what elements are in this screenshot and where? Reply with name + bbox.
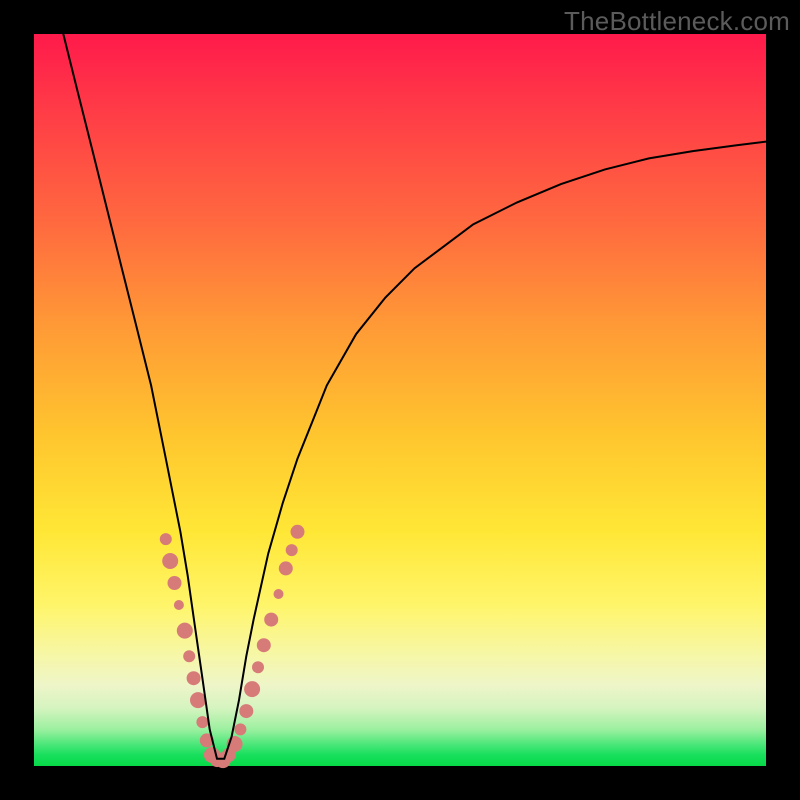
data-bead bbox=[183, 650, 195, 662]
data-bead bbox=[264, 613, 278, 627]
data-bead bbox=[291, 525, 305, 539]
data-bead bbox=[177, 623, 193, 639]
data-bead bbox=[168, 576, 182, 590]
chart-frame: TheBottleneck.com bbox=[0, 0, 800, 800]
plot-area bbox=[34, 34, 766, 766]
data-bead bbox=[196, 716, 208, 728]
data-bead bbox=[234, 723, 246, 735]
watermark-text: TheBottleneck.com bbox=[564, 6, 790, 37]
data-bead bbox=[279, 561, 293, 575]
data-bead bbox=[174, 600, 184, 610]
data-bead bbox=[257, 638, 271, 652]
data-bead bbox=[274, 589, 284, 599]
data-bead bbox=[187, 671, 201, 685]
data-bead bbox=[252, 661, 264, 673]
data-bead bbox=[160, 533, 172, 545]
data-bead bbox=[244, 681, 260, 697]
data-bead bbox=[239, 704, 253, 718]
data-bead bbox=[162, 553, 178, 569]
data-bead bbox=[286, 544, 298, 556]
data-bead bbox=[190, 692, 206, 708]
bottleneck-curve bbox=[63, 34, 766, 759]
chart-svg bbox=[34, 34, 766, 766]
